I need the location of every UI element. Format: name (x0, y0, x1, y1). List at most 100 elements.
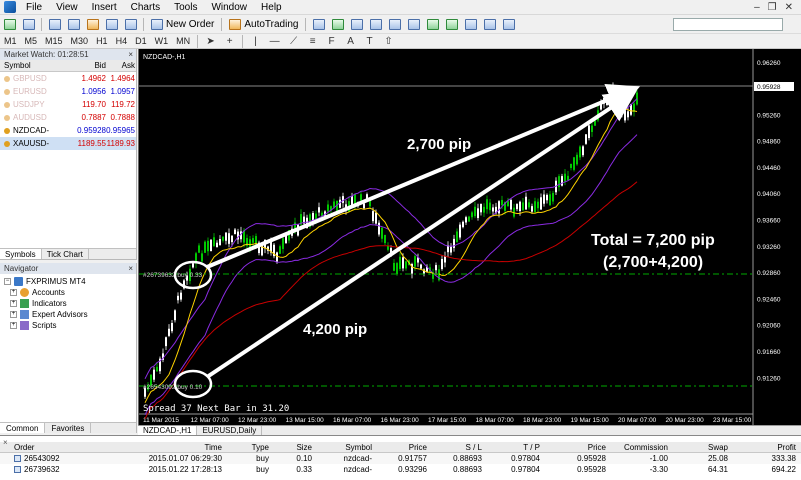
text-tool[interactable]: A (342, 34, 359, 49)
tab-tick-chart[interactable]: Tick Chart (42, 249, 89, 259)
menu-file[interactable]: File (19, 0, 49, 15)
chart-window[interactable]: 0.96260 0.95928 0.95260 0.94860 0.94460 0.940… (138, 49, 801, 425)
vertical-line-tool[interactable]: | (247, 34, 264, 49)
close-icon[interactable]: × (3, 438, 8, 447)
tile-windows-button[interactable] (405, 17, 422, 32)
market-watch-row[interactable]: GBPUSD 1.4962 1.4964 (0, 72, 136, 85)
price-chart[interactable]: 0.96260 0.95928 0.95260 0.94860 0.94460 0.940… (139, 49, 801, 425)
market-watch-row[interactable]: AUDUSD 0.7887 0.7888 (0, 111, 136, 124)
menu-charts[interactable]: Charts (124, 0, 167, 15)
timeframe-m5[interactable]: M5 (21, 36, 42, 46)
timeframe-m15[interactable]: M15 (41, 36, 67, 46)
timeframe-toolbar: M1 M5 M15 M30 H1 H4 D1 W1 MN ➤ + | — ⟋ ≡… (0, 34, 801, 49)
timeframe-mn[interactable]: MN (172, 36, 194, 46)
trendline-tool[interactable]: ⟋ (285, 34, 302, 49)
timeframe-h4[interactable]: H4 (112, 36, 132, 46)
menu-view[interactable]: View (49, 0, 85, 15)
crosshair-tool[interactable]: + (221, 34, 238, 49)
menu-window[interactable]: Window (204, 0, 254, 15)
data-window-button[interactable] (65, 17, 82, 32)
swap-column-header[interactable]: Swap (668, 442, 728, 452)
size-column-header[interactable]: Size (269, 442, 312, 452)
timeframe-m30[interactable]: M30 (67, 36, 93, 46)
market-watch-row[interactable]: USDJPY 119.70 119.72 (0, 98, 136, 111)
fibonacci-tool[interactable]: F (323, 34, 340, 49)
horizontal-line-tool[interactable]: — (266, 34, 283, 49)
auto-scroll-button[interactable] (424, 17, 441, 32)
restore-icon[interactable]: ❐ (768, 2, 777, 13)
symbol-column-header[interactable]: Symbol (312, 442, 372, 452)
market-watch-row[interactable]: XAUUSD- 1189.55 1189.93 (0, 137, 136, 150)
menu-insert[interactable]: Insert (85, 0, 124, 15)
time-column-header[interactable]: Time (115, 442, 222, 452)
commission-column-header[interactable]: Commission (606, 442, 668, 452)
channel-tool[interactable]: ≡ (304, 34, 321, 49)
table-row[interactable]: 26543092 2015.01.07 06:29:30 buy 0.10 nz… (0, 453, 801, 464)
collapse-icon[interactable]: − (4, 278, 11, 285)
navigator-item-expert-advisors[interactable]: + Expert Advisors (0, 309, 136, 320)
search-input[interactable] (673, 17, 783, 31)
expand-icon[interactable]: + (10, 300, 17, 307)
navigator-button[interactable] (84, 17, 101, 32)
templates-button[interactable] (500, 17, 517, 32)
tab-symbols[interactable]: Symbols (0, 249, 42, 259)
type-column-header[interactable]: Type (222, 442, 269, 452)
zoom-out-button[interactable] (386, 17, 403, 32)
expand-icon[interactable]: + (10, 322, 17, 329)
navigator-root[interactable]: − FXPRIMUS MT4 (0, 276, 136, 287)
bid-column-header[interactable]: Bid (72, 60, 106, 71)
sl-column-header[interactable]: S / L (427, 442, 482, 452)
terminal-button[interactable] (103, 17, 120, 32)
expand-icon[interactable]: + (10, 311, 17, 318)
current-price-column-header[interactable]: Price (540, 442, 606, 452)
tab-eurusd-daily[interactable]: EURUSD,Daily (197, 426, 263, 435)
tab-favorites[interactable]: Favorites (45, 423, 92, 433)
label-tool[interactable]: T (361, 34, 378, 49)
minimize-icon[interactable]: – (754, 2, 760, 13)
indicators-icon (20, 299, 29, 308)
candlestick-button[interactable] (329, 17, 346, 32)
candle-body (576, 154, 578, 165)
close-icon[interactable]: ✕ (785, 2, 793, 13)
strategy-tester-button[interactable] (122, 17, 139, 32)
tab-nzdcad-h1[interactable]: NZDCAD-,H1 (138, 426, 198, 435)
profit-column-header[interactable]: Profit (728, 442, 796, 452)
bar-chart-button[interactable] (310, 17, 327, 32)
zoom-in-button[interactable] (367, 17, 384, 32)
candle-body (573, 157, 575, 170)
menu-tools[interactable]: Tools (167, 0, 204, 15)
timeframe-h1[interactable]: H1 (92, 36, 112, 46)
timeframe-w1[interactable]: W1 (151, 36, 173, 46)
market-watch-button[interactable] (46, 17, 63, 32)
table-row[interactable]: 26739632 2015.01.22 17:28:13 buy 0.33 nz… (0, 464, 801, 475)
navigator-item-indicators[interactable]: + Indicators (0, 298, 136, 309)
timeframe-d1[interactable]: D1 (131, 36, 151, 46)
close-icon[interactable]: × (128, 263, 136, 274)
ask-cell: 1.4964 (110, 74, 135, 83)
market-watch-row[interactable]: EURUSD 1.0956 1.0957 (0, 85, 136, 98)
chart-shift-button[interactable] (443, 17, 460, 32)
periods-button[interactable] (481, 17, 498, 32)
indicators-button[interactable] (462, 17, 479, 32)
profiles-button[interactable] (20, 17, 37, 32)
navigator-item-accounts[interactable]: + Accounts (0, 287, 136, 298)
line-chart-button[interactable] (348, 17, 365, 32)
menu-help[interactable]: Help (254, 0, 289, 15)
tp-column-header[interactable]: T / P (482, 442, 540, 452)
timeframe-m1[interactable]: M1 (0, 36, 21, 46)
ask-column-header[interactable]: Ask (106, 60, 135, 71)
candle-body (588, 125, 590, 139)
new-order-button[interactable]: New Order (147, 16, 218, 33)
arrows-tool[interactable]: ⇧ (380, 34, 397, 49)
symbol-column-header[interactable]: Symbol (0, 60, 72, 71)
order-column-header[interactable]: Order (0, 442, 115, 452)
market-watch-row[interactable]: NZDCAD- 0.95928 0.95965 (0, 124, 136, 137)
close-icon[interactable]: × (128, 49, 136, 60)
expand-icon[interactable]: + (10, 289, 17, 296)
tab-common[interactable]: Common (0, 423, 46, 433)
price-column-header[interactable]: Price (372, 442, 427, 452)
cursor-tool[interactable]: ➤ (202, 34, 219, 49)
autotrading-button[interactable]: AutoTrading (225, 16, 302, 33)
new-chart-button[interactable] (1, 17, 18, 32)
navigator-item-scripts[interactable]: + Scripts (0, 320, 136, 331)
